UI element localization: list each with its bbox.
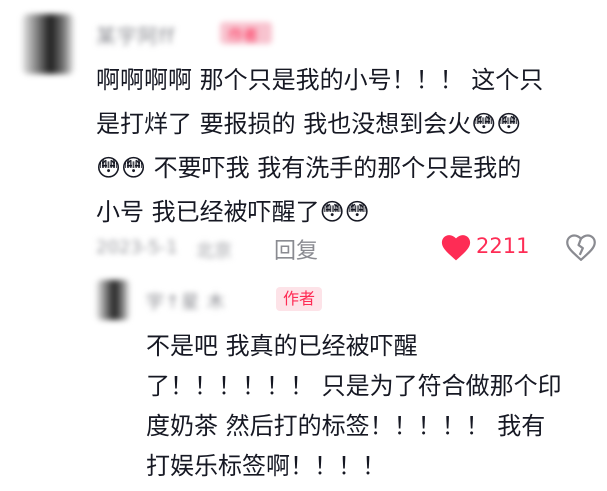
comment-date: 2023-5-1 [96, 237, 178, 258]
reply-username[interactable]: 宇↑星 木 [146, 288, 226, 314]
comment-username[interactable]: 某宇阿ff [96, 20, 175, 49]
reply-text: 不是吧 我真的已经被吓醒 了！！！！！！ 只是为了符合做那个印 度奶茶 然后打的… [146, 326, 586, 486]
reply-line: 度奶茶 然后打的标签！！！！！ 我有 [146, 412, 546, 440]
reply-avatar[interactable] [96, 280, 130, 320]
comment-text: 啊啊啊啊 那个只是我的小号！！！ 这个只 是打烊了 要报损的 我也没想到会火😳😳… [96, 58, 596, 234]
comment-location: 北京 [196, 241, 232, 262]
comment-line: 小号 我已经被吓醒了😳😳 [96, 198, 370, 226]
reply-line: 不是吧 我真的已经被吓醒 [146, 332, 418, 360]
comment-line: 啊啊啊啊 那个只是我的小号！！！ 这个只 [96, 66, 544, 94]
author-badge: 作者 [276, 287, 323, 311]
author-badge-label-blurred: 作者 [228, 26, 259, 44]
comment-line: 😳😳 不要吓我 我有洗手的那个只是我的 [96, 154, 522, 182]
like-count: 2211 [476, 234, 530, 258]
reply-line: 了！！！！！！ 只是为了符合做那个印 [146, 372, 562, 400]
comment-line: 是打烊了 要报损的 我也没想到会火😳😳 [96, 110, 522, 138]
heart-icon[interactable] [441, 234, 471, 261]
broken-heart-icon[interactable] [566, 234, 596, 261]
avatar[interactable] [22, 14, 74, 74]
reply-line: 打娱乐标签啊！！！！ [146, 452, 386, 480]
reply-button[interactable]: 回复 [274, 233, 318, 265]
